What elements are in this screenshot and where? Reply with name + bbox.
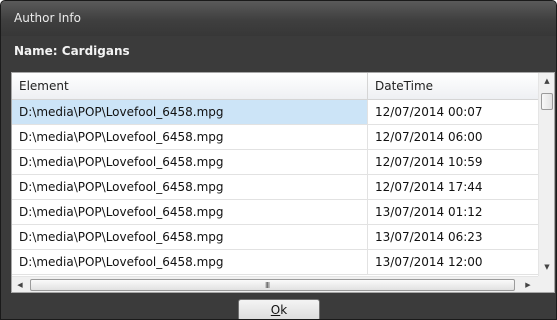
grid-header: Element DateTime	[12, 73, 538, 100]
scrollbar-corner	[538, 276, 554, 292]
table-row[interactable]: D:\media\POP\Lovefool_6458.mpg 12/07/201…	[12, 175, 538, 200]
element-cell[interactable]: D:\media\POP\Lovefool_6458.mpg	[12, 200, 368, 225]
horizontal-scroll-thumb[interactable]: III	[30, 279, 515, 291]
title-bar[interactable]: Author Info	[1, 1, 556, 36]
element-cell[interactable]: D:\media\POP\Lovefool_6458.mpg	[12, 100, 368, 125]
datetime-cell[interactable]: 12/07/2014 10:59	[368, 150, 538, 175]
author-info-dialog: Author Info Name: Cardigans Element Date…	[0, 0, 557, 320]
ok-mnemonic: O	[270, 303, 281, 317]
triangle-down-icon: ▼	[544, 263, 550, 271]
datetime-cell[interactable]: 12/07/2014 17:44	[368, 175, 538, 200]
vertical-scrollbar[interactable]: ▲ ▼	[538, 73, 554, 276]
table-row[interactable]: D:\media\POP\Lovefool_6458.mpg 12/07/201…	[12, 125, 538, 150]
element-cell[interactable]: D:\media\POP\Lovefool_6458.mpg	[12, 175, 368, 200]
table-row[interactable]: D:\media\POP\Lovefool_6458.mpg 13/07/201…	[12, 200, 538, 225]
scroll-left-button[interactable]: ◀	[12, 277, 28, 292]
table-row[interactable]: D:\media\POP\Lovefool_6458.mpg 13/07/201…	[12, 225, 538, 250]
table-row[interactable]: D:\media\POP\Lovefool_6458.mpg 12/07/201…	[12, 150, 538, 175]
table-row[interactable]: D:\media\POP\Lovefool_6458.mpg 12/07/201…	[12, 100, 538, 125]
grid-rows: D:\media\POP\Lovefool_6458.mpg 12/07/201…	[12, 100, 538, 276]
data-grid[interactable]: Element DateTime D:\media\POP\Lovefool_6…	[11, 72, 555, 293]
table-row[interactable]: D:\media\POP\Lovefool_6458.mpg 13/07/201…	[12, 250, 538, 275]
column-header-datetime[interactable]: DateTime	[368, 73, 538, 99]
column-header-element[interactable]: Element	[12, 73, 368, 99]
horizontal-scrollbar[interactable]: ◀ III ▶	[12, 276, 538, 292]
element-cell[interactable]: D:\media\POP\Lovefool_6458.mpg	[12, 250, 368, 275]
grip-icon: III	[265, 281, 270, 290]
element-cell[interactable]: D:\media\POP\Lovefool_6458.mpg	[12, 125, 368, 150]
triangle-right-icon: ▶	[525, 281, 531, 289]
datetime-cell[interactable]: 12/07/2014 00:07	[368, 100, 538, 125]
scroll-down-button[interactable]: ▼	[539, 259, 554, 276]
datetime-cell[interactable]: 13/07/2014 01:12	[368, 200, 538, 225]
element-cell[interactable]: D:\media\POP\Lovefool_6458.mpg	[12, 150, 368, 175]
datetime-cell[interactable]: 12/07/2014 06:00	[368, 125, 538, 150]
triangle-up-icon: ▲	[544, 77, 550, 85]
ok-label-rest: k	[280, 303, 288, 317]
element-cell[interactable]: D:\media\POP\Lovefool_6458.mpg	[12, 225, 368, 250]
datetime-cell[interactable]: 13/07/2014 12:00	[368, 250, 538, 275]
ok-button[interactable]: Ok	[238, 299, 320, 319]
vertical-scroll-thumb[interactable]	[541, 93, 553, 110]
scroll-right-button[interactable]: ▶	[520, 277, 536, 292]
scroll-up-button[interactable]: ▲	[539, 73, 554, 90]
window-title: Author Info	[14, 11, 81, 25]
triangle-left-icon: ◀	[17, 281, 23, 289]
author-name-label: Name: Cardigans	[14, 44, 130, 58]
datetime-cell[interactable]: 13/07/2014 06:23	[368, 225, 538, 250]
